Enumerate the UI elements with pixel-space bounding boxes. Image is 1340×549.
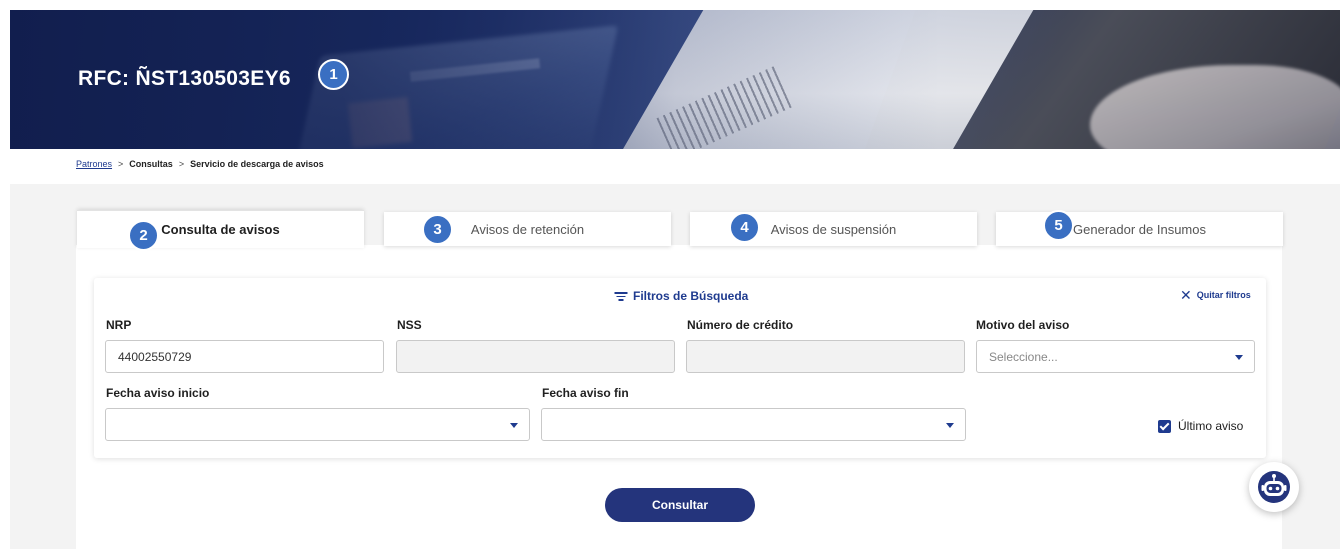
credito-label: Número de crédito [687, 318, 794, 332]
nrp-label: NRP [106, 318, 132, 332]
checkbox-checked-icon[interactable] [1158, 419, 1171, 433]
tab-consulta-de-avisos[interactable]: Consulta de avisos [77, 210, 364, 248]
breadcrumb-item-current: Servicio de descarga de avisos [190, 159, 324, 169]
step-badge-1: 1 [318, 59, 349, 90]
breadcrumb-item-consultas: Consultas [129, 159, 173, 169]
step-badge-5: 5 [1043, 210, 1074, 241]
nrp-value: 44002550729 [118, 349, 192, 364]
step-badge-3: 3 [422, 214, 453, 245]
filters-title: Filtros de Búsqueda [614, 289, 748, 303]
consultar-button[interactable]: Consultar [605, 488, 755, 522]
close-icon: ✕ [1180, 287, 1192, 303]
chevron-down-icon [1235, 355, 1243, 360]
step-badge-2: 2 [128, 220, 159, 251]
chevron-down-icon [510, 423, 518, 428]
nrp-input[interactable]: 44002550729 [105, 340, 384, 373]
filter-icon [614, 291, 627, 301]
tab-label: Avisos de suspensión [770, 221, 897, 237]
chatbot-button[interactable] [1249, 462, 1299, 512]
clear-filters-label: Quitar filtros [1196, 290, 1251, 300]
breadcrumb-link-patrones[interactable]: Patrones [76, 159, 112, 169]
fecha-fin-select[interactable] [541, 408, 966, 441]
chevron-down-icon [946, 423, 954, 428]
motivo-placeholder: Seleccione... [989, 349, 1058, 364]
fecha-inicio-select[interactable] [105, 408, 530, 441]
breadcrumb-separator: > [178, 159, 185, 169]
ultimo-aviso-option[interactable]: Último aviso [1158, 419, 1243, 433]
tab-label: Generador de Insumos [1073, 221, 1206, 237]
chatbot-icon [1258, 471, 1290, 503]
motivo-select[interactable]: Seleccione... [976, 340, 1255, 373]
breadcrumb: Patrones > Consultas > Servicio de desca… [76, 159, 324, 169]
nss-input[interactable] [396, 340, 675, 373]
fecha-inicio-label: Fecha aviso inicio [106, 386, 210, 400]
breadcrumb-separator: > [118, 159, 124, 169]
clear-filters-button[interactable]: ✕ Quitar filtros [1180, 287, 1251, 303]
tab-generador-de-insumos[interactable]: Generador de Insumos [996, 212, 1283, 246]
motivo-label: Motivo del aviso [976, 318, 1070, 332]
step-badge-4: 4 [729, 212, 760, 243]
rfc-title: RFC: ÑST130503EY6 [78, 67, 291, 90]
tab-label: Consulta de avisos [161, 222, 280, 237]
filters-title-text: Filtros de Búsqueda [633, 289, 749, 303]
tab-label: Avisos de retención [470, 221, 585, 237]
ultimo-aviso-label: Último aviso [1178, 419, 1244, 433]
credito-input[interactable] [686, 340, 965, 373]
nss-label: NSS [397, 318, 422, 332]
fecha-fin-label: Fecha aviso fin [542, 386, 629, 400]
